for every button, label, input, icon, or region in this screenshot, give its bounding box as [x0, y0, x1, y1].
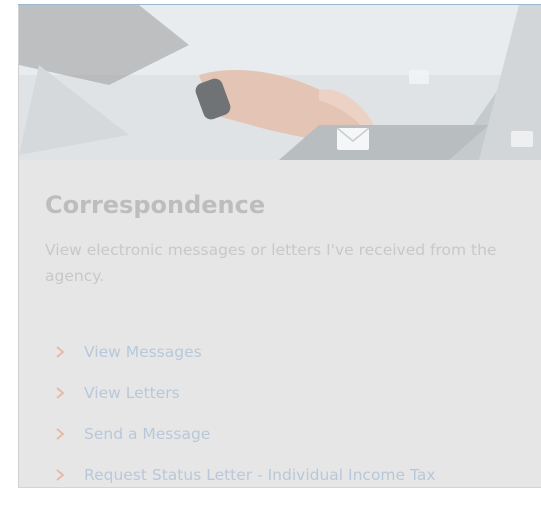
chevron-right-icon: [56, 386, 65, 399]
link-send-message[interactable]: Send a Message: [53, 413, 436, 454]
correspondence-links: View Messages View Letters Send a Messag…: [53, 331, 436, 487]
link-request-status-letter[interactable]: Request Status Letter - Individual Incom…: [53, 454, 436, 487]
link-view-messages[interactable]: View Messages: [53, 331, 436, 372]
link-label[interactable]: View Letters: [84, 384, 180, 402]
chevron-right-icon: [56, 468, 65, 481]
hero-image: [19, 5, 541, 160]
envelope-icon: [336, 127, 370, 150]
link-label[interactable]: Request Status Letter - Individual Incom…: [84, 466, 436, 484]
correspondence-card: Correspondence View electronic messages …: [18, 5, 541, 488]
card-title: Correspondence: [45, 191, 266, 219]
chevron-right-icon: [56, 427, 65, 440]
link-label[interactable]: Send a Message: [84, 425, 210, 443]
link-view-letters[interactable]: View Letters: [53, 372, 436, 413]
card-description: View electronic messages or letters I've…: [45, 241, 497, 285]
chevron-right-icon: [56, 345, 65, 358]
link-label[interactable]: View Messages: [84, 343, 202, 361]
